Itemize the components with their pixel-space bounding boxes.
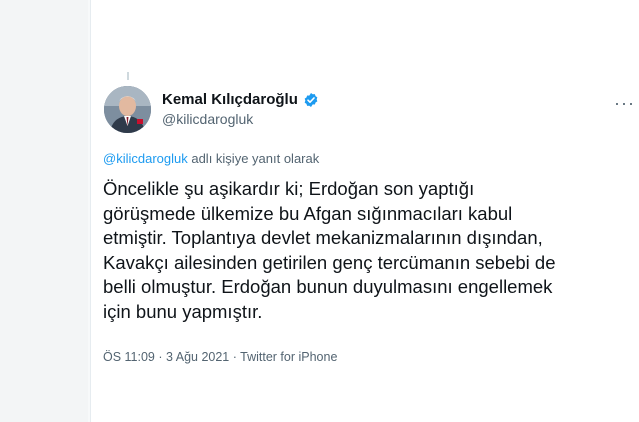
- left-sidebar-area: [0, 0, 88, 422]
- avatar[interactable]: [104, 86, 151, 133]
- verified-badge-icon: [304, 92, 318, 107]
- reply-mention-link[interactable]: @kilicdarogluk: [103, 151, 188, 166]
- display-name[interactable]: Kemal Kılıçdaroğlu: [162, 91, 298, 108]
- author-name-row[interactable]: Kemal Kılıçdaroğlu: [162, 91, 319, 108]
- tweet-text: Öncelikle şu aşikardır ki; Erdoğan son y…: [103, 178, 556, 322]
- avatar-image: [104, 86, 151, 133]
- more-icon[interactable]: ···: [614, 94, 635, 112]
- thread-connector-line: [127, 72, 129, 80]
- reply-suffix: adlı kişiye yanıt olarak: [187, 151, 320, 166]
- reply-context: @kilicdarogluk adlı kişiye yanıt olarak: [103, 151, 319, 166]
- tweet-timestamp[interactable]: ÖS 11:09 · 3 Ağu 2021 · Twitter for iPho…: [103, 350, 337, 364]
- author-handle[interactable]: @kilicdarogluk: [162, 111, 253, 127]
